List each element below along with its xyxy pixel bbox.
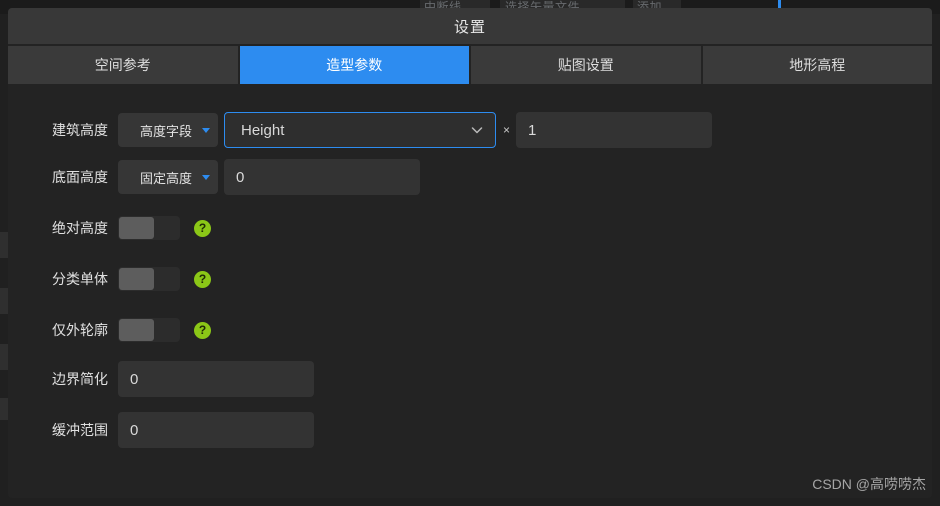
label-boundary-simplify: 边界简化 <box>52 371 108 387</box>
label-classified-single: 分类单体 <box>52 271 108 287</box>
toggle-knob <box>119 319 154 341</box>
classified-single-toggle[interactable] <box>118 267 180 291</box>
row-classified-single: 分类单体 ? <box>8 259 932 299</box>
caret-down-icon <box>202 175 210 180</box>
tab-shape-parameters[interactable]: 造型参数 <box>239 46 471 84</box>
tab-spatial-reference[interactable]: 空间参考 <box>8 46 240 84</box>
building-height-mode-label: 高度字段 <box>139 123 192 139</box>
building-height-field-select[interactable]: Height <box>224 112 496 148</box>
label-buffer-range: 缓冲范围 <box>52 422 108 438</box>
absolute-height-toggle[interactable] <box>118 216 180 240</box>
row-boundary-simplify: 边界简化 0 <box>8 359 932 399</box>
label-base-height: 底面高度 <box>52 169 108 185</box>
tab-terrain-elevation[interactable]: 地形高程 <box>702 46 932 84</box>
row-base-height: 底面高度 固定高度 0 <box>8 157 932 197</box>
outline-only-toggle[interactable] <box>118 318 180 342</box>
chevron-down-icon <box>469 122 485 138</box>
boundary-simplify-input[interactable]: 0 <box>118 361 314 397</box>
building-height-multiplier-input[interactable]: 1 <box>516 112 713 148</box>
settings-panel: 设置 空间参考 造型参数 贴图设置 地形高程 建筑高度 高度字段 Height <box>8 8 932 498</box>
caret-down-icon <box>202 128 210 133</box>
building-height-field-value: Height <box>241 121 285 139</box>
toggle-knob <box>119 268 154 290</box>
tab-bar: 空间参考 造型参数 贴图设置 地形高程 <box>8 46 932 84</box>
help-icon[interactable]: ? <box>194 321 211 339</box>
label-absolute-height: 绝对高度 <box>52 220 108 236</box>
help-icon[interactable]: ? <box>194 270 211 288</box>
multiply-symbol: × <box>503 123 511 137</box>
toggle-knob <box>119 217 154 239</box>
watermark: CSDN @高唠唠杰 <box>812 476 926 492</box>
page-title: 设置 <box>453 18 486 36</box>
buffer-range-input[interactable]: 0 <box>118 412 314 448</box>
row-absolute-height: 绝对高度 ? <box>8 208 932 248</box>
panel-header: 设置 <box>8 8 932 44</box>
screen-root: 中断线 选择矢量文件 添加 设置 空间参考 造型参数 贴图设置 地形高程 建筑高… <box>0 0 940 506</box>
panel-body: 建筑高度 高度字段 Height × 1 底面高度 固定高度 0 绝对高度 ? … <box>8 86 932 498</box>
label-building-height: 建筑高度 <box>52 122 108 138</box>
help-icon[interactable]: ? <box>194 219 211 237</box>
label-outline-only: 仅外轮廓 <box>52 322 108 338</box>
building-height-mode-button[interactable]: 高度字段 <box>118 113 218 147</box>
base-height-input[interactable]: 0 <box>224 159 420 195</box>
base-height-mode-button[interactable]: 固定高度 <box>118 160 218 194</box>
row-building-height: 建筑高度 高度字段 Height × 1 <box>8 110 932 150</box>
row-buffer-range: 缓冲范围 0 <box>8 410 932 450</box>
tab-texture-settings[interactable]: 贴图设置 <box>471 46 703 84</box>
base-height-mode-label: 固定高度 <box>139 170 192 186</box>
row-outline-only: 仅外轮廓 ? <box>8 310 932 350</box>
